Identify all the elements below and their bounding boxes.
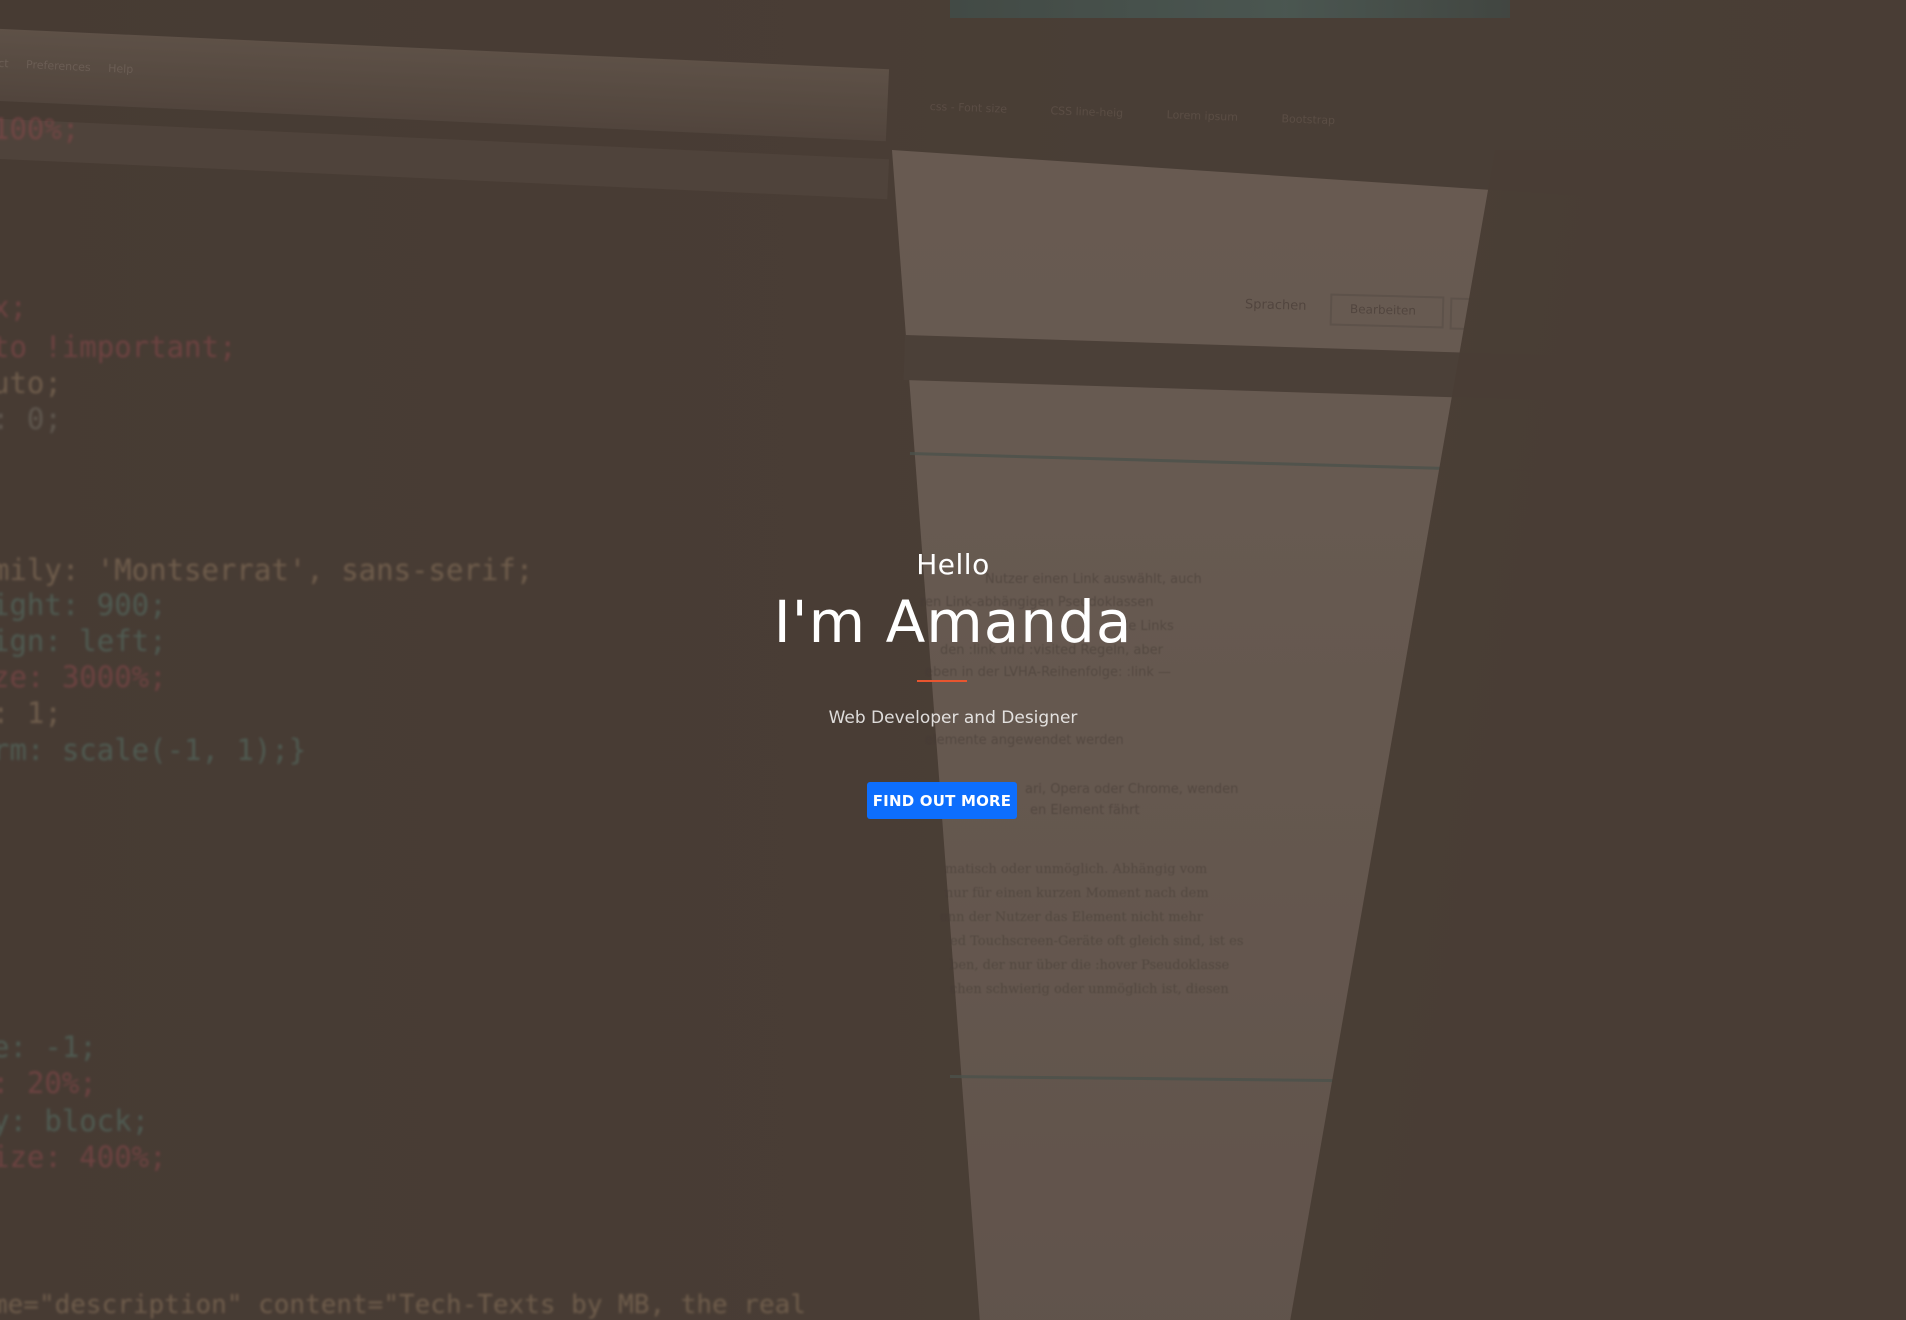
hero-subtitle: Web Developer and Designer [828,708,1078,728]
hero-divider [917,680,967,682]
hero-greeting: Hello [916,548,990,581]
hero-content: Hello I'm Amanda Web Developer and Desig… [0,0,1906,1320]
hero-title: I'm Amanda [773,588,1133,656]
find-out-more-button[interactable]: FIND OUT MORE [867,782,1017,819]
hero-section: ject Preferences Help css - Font size CS… [0,0,1906,1320]
